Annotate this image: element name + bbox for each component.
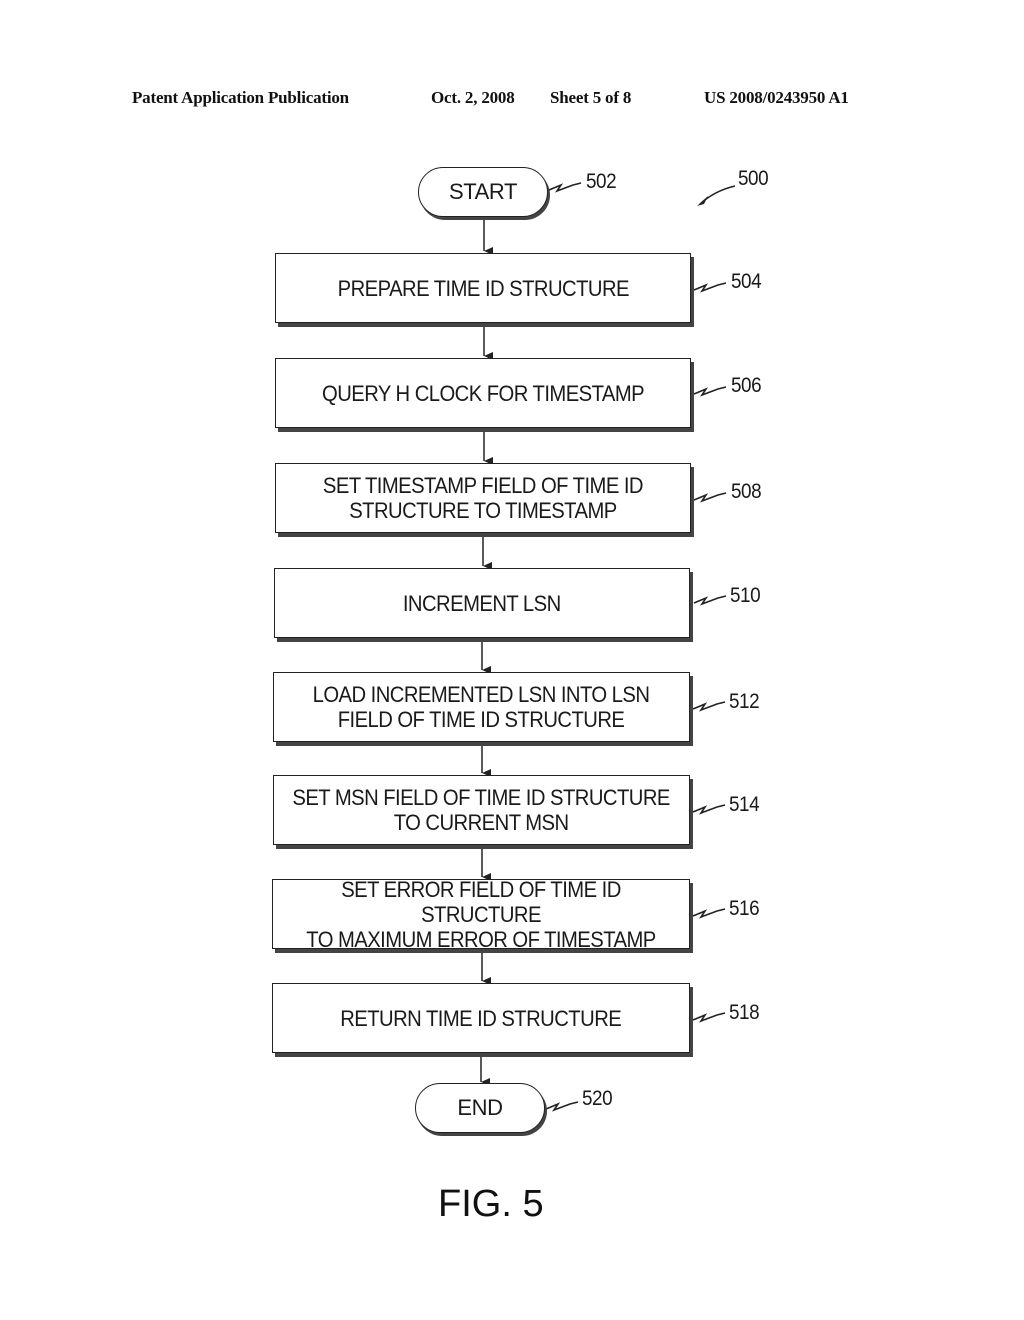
figure-caption: FIG. 5 <box>438 1183 544 1225</box>
leader-squiggle <box>692 701 726 712</box>
step-prepare-time-id: PREPARE TIME ID STRUCTURE <box>275 253 691 323</box>
step-set-msn: SET MSN FIELD OF TIME ID STRUCTURE TO CU… <box>273 775 690 845</box>
step-ref: 516 <box>729 897 760 920</box>
step-load-lsn: LOAD INCREMENTED LSN INTO LSN FIELD OF T… <box>273 672 690 742</box>
start-terminal: START <box>418 167 548 217</box>
leader-squiggle <box>693 492 727 503</box>
flow-arrows <box>480 218 493 1086</box>
step-label: LOAD INCREMENTED LSN INTO LSN FIELD OF T… <box>313 682 650 732</box>
step-ref: 512 <box>729 690 760 713</box>
step-ref: 510 <box>730 584 761 607</box>
step-ref: 508 <box>731 480 762 503</box>
leader-squiggle <box>545 1101 579 1112</box>
leader-squiggle <box>548 182 582 193</box>
step-label: INCREMENT LSN <box>403 590 561 616</box>
step-label: PREPARE TIME ID STRUCTURE <box>337 275 629 301</box>
step-label: QUERY H CLOCK FOR TIMESTAMP <box>321 380 645 406</box>
step-increment-lsn: INCREMENT LSN <box>274 568 690 638</box>
step-label: SET TIMESTAMP FIELD OF TIME ID STRUCTURE… <box>322 473 644 523</box>
step-label: SET MSN FIELD OF TIME ID STRUCTURE TO CU… <box>292 785 671 835</box>
leader-squiggle <box>692 908 726 919</box>
step-ref: 506 <box>731 374 762 397</box>
leader-squiggle <box>692 804 726 815</box>
step-ref: 504 <box>731 270 762 293</box>
step-set-error: SET ERROR FIELD OF TIME ID STRUCTURE TO … <box>272 876 690 952</box>
start-label: START <box>448 179 518 204</box>
start-ref: 502 <box>586 170 617 193</box>
step-set-timestamp: SET TIMESTAMP FIELD OF TIME ID STRUCTURE… <box>275 463 691 533</box>
step-return-time-id: RETURN TIME ID STRUCTURE <box>272 983 690 1053</box>
end-label: END <box>457 1095 503 1120</box>
leader-squiggle <box>692 1012 726 1023</box>
figure-ref: 500 <box>738 167 769 190</box>
leader-squiggle <box>693 595 727 606</box>
figure-ref-arrowhead <box>697 196 708 206</box>
leader-squiggle <box>693 282 727 293</box>
leader-squiggle <box>693 386 727 397</box>
end-terminal: END <box>415 1083 545 1133</box>
step-label: RETURN TIME ID STRUCTURE <box>340 1005 622 1031</box>
step-query-clock: QUERY H CLOCK FOR TIMESTAMP <box>275 358 691 428</box>
end-ref: 520 <box>582 1087 613 1110</box>
step-ref: 518 <box>729 1001 760 1024</box>
step-ref: 514 <box>729 793 760 816</box>
step-label: SET ERROR FIELD OF TIME ID STRUCTURE TO … <box>306 876 656 952</box>
